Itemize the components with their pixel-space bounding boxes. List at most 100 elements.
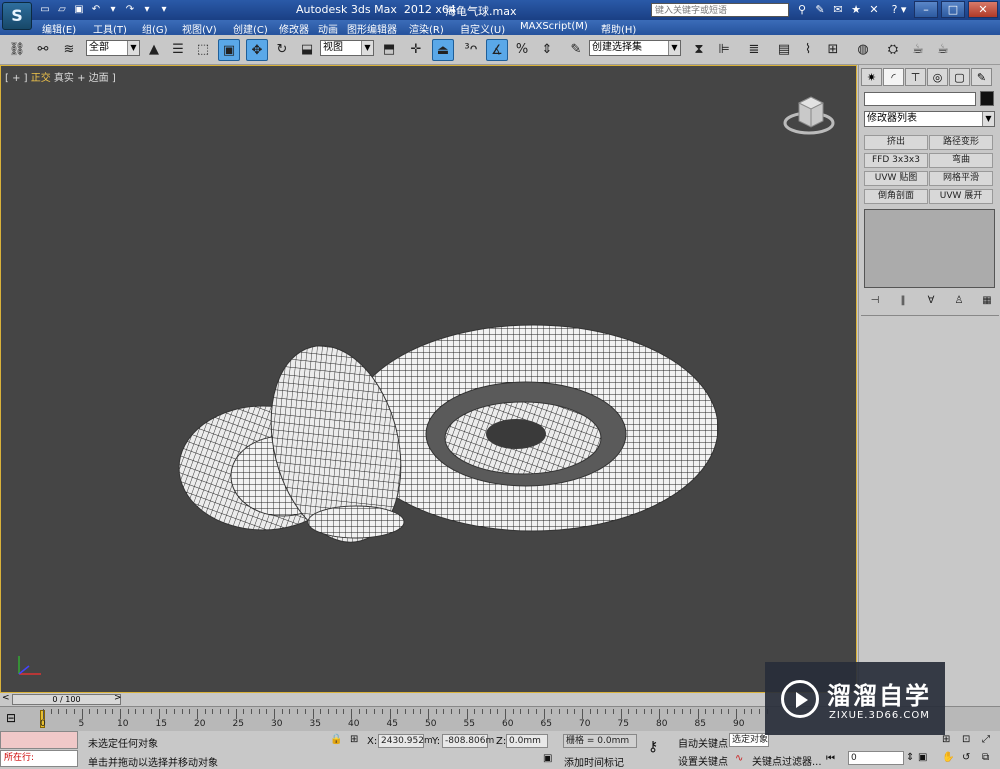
help-icon[interactable]: ? ▾ [884, 2, 914, 17]
snaps-toggle-icon[interactable]: ³ᴖ [460, 39, 482, 61]
utilities-tab-icon[interactable]: ✎ [971, 68, 992, 86]
mini-curve-editor-icon[interactable]: ⊟ [6, 711, 16, 725]
set-key-icon[interactable]: ⚷ [648, 739, 658, 755]
reference-coordinate-dropdown[interactable]: 视图 ▼ [320, 40, 374, 56]
menu-customize[interactable]: 自定义(U) [460, 21, 505, 36]
auto-key-button[interactable]: 自动关键点 [678, 735, 728, 750]
zoom-extents-all-icon[interactable]: ⊡ [962, 734, 970, 745]
modifier-meshsmooth-button[interactable]: 网格平滑 [929, 171, 993, 186]
time-config-icon[interactable]: ⇕ [906, 752, 914, 763]
menu-edit[interactable]: 编辑(E) [42, 21, 76, 36]
customize-dropdown-icon[interactable]: ▾ [157, 3, 171, 16]
menu-rendering[interactable]: 渲染(R) [409, 21, 444, 36]
x-coordinate-field[interactable]: 2430.952m [378, 734, 433, 748]
viewport-view-label[interactable]: 正交 [31, 73, 51, 84]
edit-named-selection-icon[interactable]: ✎ [565, 39, 587, 61]
pin-stack-icon[interactable]: ⊣ [864, 293, 886, 309]
material-editor-icon[interactable]: ◍ [852, 39, 874, 61]
maximize-toggle-icon[interactable]: ⧉ [982, 752, 989, 763]
modifier-ffd-button[interactable]: FFD 3x3x3 [864, 153, 928, 168]
object-name-field[interactable] [864, 92, 976, 106]
modifier-uvw-map-button[interactable]: UVW 贴图 [864, 171, 928, 186]
spinner-snap-icon[interactable]: ⇕ [536, 39, 558, 61]
graphite-toggle-icon[interactable]: ▤ [773, 39, 795, 61]
menu-maxscript[interactable]: MAXScript(M) [520, 21, 588, 32]
hierarchy-tab-icon[interactable]: ⊤ [905, 68, 926, 86]
selection-filter-dropdown[interactable]: 全部 ▼ [86, 40, 140, 56]
time-configuration-icon[interactable]: ▣ [918, 752, 927, 763]
create-tab-icon[interactable]: ✷ [861, 68, 882, 86]
orbit-icon[interactable]: ↺ [962, 752, 970, 763]
redo-dropdown-icon[interactable]: ▾ [140, 3, 154, 16]
torus-knot-model[interactable] [171, 316, 731, 546]
time-slider[interactable]: 0 / 100 [12, 694, 121, 705]
modifier-bend-button[interactable]: 弯曲 [929, 153, 993, 168]
maxscript-listener-field[interactable] [0, 731, 78, 749]
viewcube-icon[interactable] [781, 91, 841, 141]
selection-set-dropdown[interactable]: 选定对象 [729, 733, 769, 747]
search-input[interactable]: 键入关键字或短语 [651, 3, 789, 17]
lock-selection-icon[interactable]: 🔒 [330, 734, 342, 745]
time-slider-prev-icon[interactable]: < [2, 693, 10, 703]
layer-manager-icon[interactable]: ≣ [743, 39, 765, 61]
star-icon[interactable]: ★ [848, 2, 864, 17]
link-icon[interactable]: ⛓ [6, 39, 28, 61]
window-crossing-icon[interactable]: ▣ [218, 39, 240, 61]
time-tag-icon[interactable]: ▣ [543, 753, 552, 764]
y-coordinate-field[interactable]: -808.806m [442, 734, 494, 748]
menu-create[interactable]: 创建(C) [233, 21, 268, 36]
percent-snap-icon[interactable]: % [511, 39, 533, 61]
select-object-icon[interactable]: ▲ [143, 39, 165, 61]
redo-icon[interactable]: ↷ [123, 3, 137, 16]
set-key-button[interactable]: 设置关键点 [678, 753, 728, 768]
rendered-frame-window-icon[interactable]: ☕ [907, 39, 929, 61]
unlink-icon[interactable]: ⚯ [32, 39, 54, 61]
menu-group[interactable]: 组(G) [142, 21, 168, 36]
pan-view-icon[interactable]: ✋ [942, 752, 954, 763]
configure-modifier-sets-icon[interactable]: ▦ [976, 293, 998, 309]
maxscript-mini-listener[interactable]: 所在行: [0, 750, 78, 767]
z-coordinate-field[interactable]: 0.0mm [506, 734, 548, 748]
select-and-move-icon[interactable]: ✥ [246, 39, 268, 61]
modifier-path-deform-button[interactable]: 路径变形 [929, 135, 993, 150]
app-logo-icon[interactable]: S [2, 2, 32, 30]
named-selection-set-dropdown[interactable]: 创建选择集 ▼ [589, 40, 681, 56]
viewport-label[interactable]: [ + ] 正交 真实 + 边面 ] [5, 69, 116, 84]
motion-tab-icon[interactable]: ◎ [927, 68, 948, 86]
modify-tab-icon[interactable]: ◜ [883, 68, 904, 86]
menu-views[interactable]: 视图(V) [182, 21, 217, 36]
angle-snap-icon[interactable]: ∡ [486, 39, 508, 61]
binoculars-icon[interactable]: ⚲ [794, 2, 810, 17]
make-unique-icon[interactable]: ∀ [920, 293, 942, 309]
show-end-result-icon[interactable]: ‖ [892, 293, 914, 309]
key-filters-button[interactable]: 关键点过滤器... [752, 753, 822, 768]
undo-dropdown-icon[interactable]: ▾ [106, 3, 120, 16]
current-frame-field[interactable]: 0 [848, 751, 904, 765]
maximize-viewport-icon[interactable]: ⤢ [982, 734, 990, 745]
modifier-unwrap-uvw-button[interactable]: UVW 展开 [929, 189, 993, 204]
close-button[interactable]: ✕ [968, 1, 998, 18]
menu-modifiers[interactable]: 修改器 [279, 21, 309, 36]
modifier-bevel-profile-button[interactable]: 倒角剖面 [864, 189, 928, 204]
close-search-icon[interactable]: ✕ [866, 2, 882, 17]
remove-modifier-icon[interactable]: ♙ [948, 293, 970, 309]
keyboard-shortcut-override-icon[interactable]: ⏏ [432, 39, 454, 61]
render-production-icon[interactable]: ☕ [932, 39, 954, 61]
open-file-icon[interactable]: ▱ [55, 3, 69, 16]
menu-animation[interactable]: 动画 [318, 21, 338, 36]
modifier-list-dropdown[interactable]: 修改器列表 ▼ [864, 111, 995, 127]
display-tab-icon[interactable]: ▢ [949, 68, 970, 86]
curve-editor-icon[interactable]: ⌇ [797, 39, 819, 61]
viewport-shading-label[interactable]: 真实 + 边面 ] [54, 73, 116, 84]
render-setup-icon[interactable]: ⛭ [882, 39, 904, 61]
key-icon[interactable]: ✎ [812, 2, 828, 17]
pivot-center-icon[interactable]: ⬒ [378, 39, 400, 61]
zoom-extents-icon[interactable]: ⊞ [942, 734, 950, 745]
perspective-viewport[interactable]: [ + ] 正交 真实 + 边面 ] [0, 65, 857, 693]
new-file-icon[interactable]: ▭ [38, 3, 52, 16]
menu-graph-editors[interactable]: 图形编辑器 [347, 21, 397, 36]
select-manipulate-icon[interactable]: ✛ [405, 39, 427, 61]
mirror-icon[interactable]: ⧗ [688, 39, 710, 61]
save-file-icon[interactable]: ▣ [72, 3, 86, 16]
modifier-stack-list[interactable] [864, 209, 995, 288]
